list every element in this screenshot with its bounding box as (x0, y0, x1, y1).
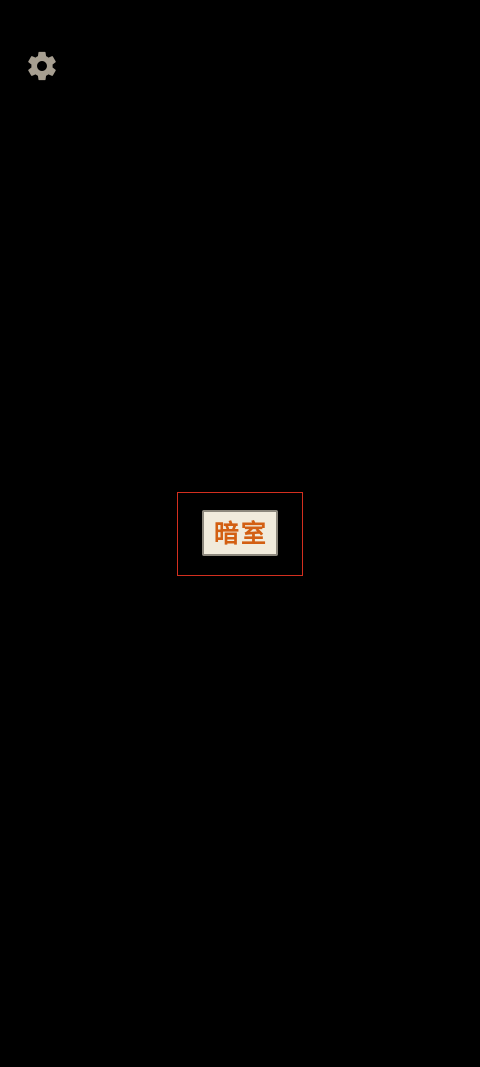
gear-icon (28, 51, 56, 81)
settings-button[interactable] (24, 48, 60, 84)
start-button[interactable]: 暗室 (202, 510, 278, 556)
game-screen: 暗室 (0, 0, 480, 1067)
start-button-label: 暗室 (213, 518, 268, 548)
